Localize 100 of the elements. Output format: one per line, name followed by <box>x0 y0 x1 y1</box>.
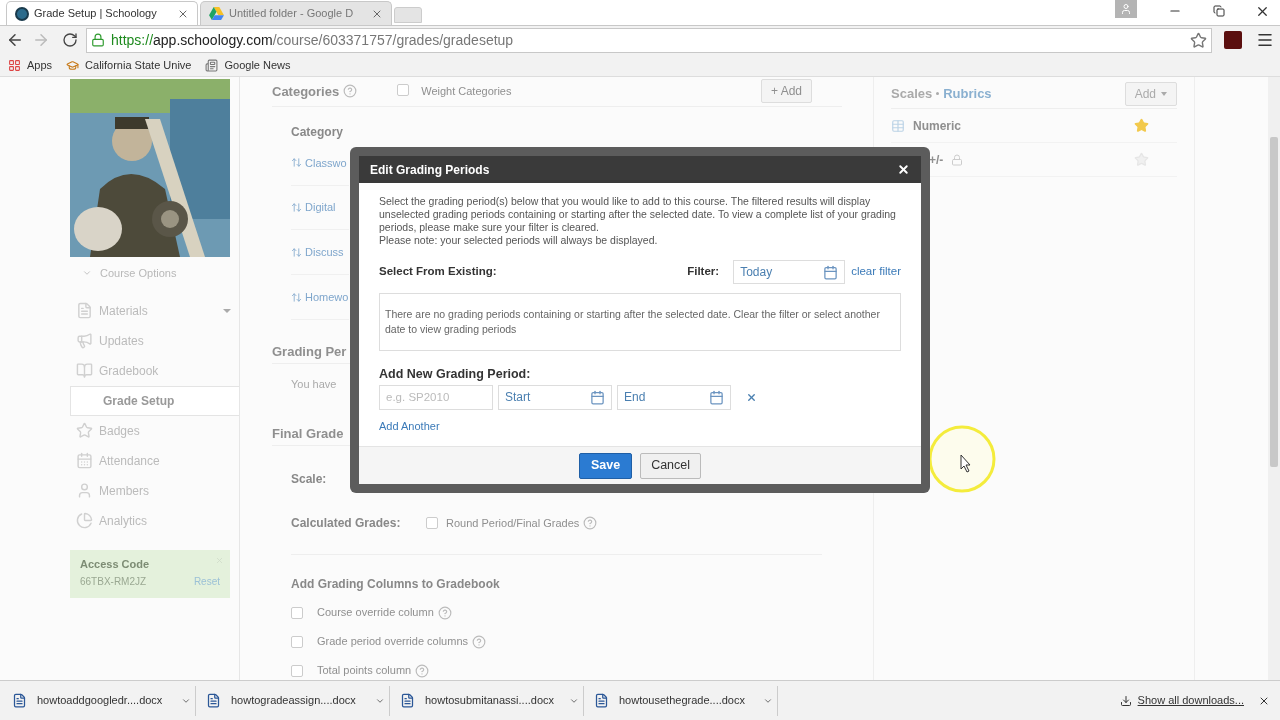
download-item[interactable]: howtogradeassign....docx <box>200 685 390 716</box>
course-options-link[interactable]: Course Options <box>82 265 239 282</box>
modal-title: Edit Grading Periods <box>370 161 490 179</box>
column-header: Category <box>291 123 344 141</box>
browser-tab[interactable]: Untitled folder - Google D <box>200 1 392 25</box>
download-item[interactable]: howtoaddgoogledr....docx <box>6 685 196 716</box>
help-icon[interactable] <box>343 84 358 99</box>
access-code-title: Access Code <box>80 556 150 572</box>
show-all-downloads-link[interactable]: Show all downloads... <box>1119 692 1244 709</box>
checkbox[interactable] <box>397 84 410 97</box>
remove-icon[interactable] <box>746 391 757 403</box>
caret-icon[interactable] <box>223 308 231 313</box>
help-icon[interactable] <box>583 516 598 531</box>
drag-handle-icon[interactable] <box>291 202 302 214</box>
bookmark-link[interactable]: California State Unive <box>66 56 192 74</box>
subsection-title: Add Grading Columns to Gradebook <box>291 576 501 594</box>
download-item[interactable]: howtousethegrade....docx <box>588 685 778 716</box>
intro-text: Please note: your selected periods will always be displayed. <box>379 234 659 247</box>
checkbox-label: Total points column <box>317 663 412 679</box>
restore-icon[interactable] <box>1213 5 1225 17</box>
rubrics-link[interactable]: Rubrics <box>943 83 992 104</box>
checkbox[interactable] <box>291 606 303 619</box>
add-another-link[interactable]: Add Another <box>379 417 901 435</box>
close-icon[interactable] <box>1255 4 1270 19</box>
materials-icon <box>76 302 93 319</box>
category-link[interactable]: Homewo <box>305 288 349 306</box>
sidebar-item[interactable]: Grade Setup <box>70 385 239 416</box>
download-item[interactable]: howtosubmitanassi....docx <box>394 685 584 716</box>
profile-button[interactable] <box>1115 0 1137 18</box>
apps-grid-icon <box>8 58 21 72</box>
checkbox-label: Course override column <box>317 605 434 621</box>
bookmark-star-icon[interactable] <box>1190 31 1207 49</box>
sidebar-item[interactable]: Members <box>70 475 239 506</box>
help-icon[interactable] <box>415 663 430 678</box>
menu-icon[interactable] <box>1256 31 1274 49</box>
field-label: Scale: <box>291 471 327 489</box>
sidebar-item[interactable]: Analytics <box>70 505 239 536</box>
sidebar-item[interactable]: Gradebook <box>70 355 239 386</box>
forward-icon[interactable] <box>32 31 50 49</box>
help-icon[interactable] <box>472 634 487 649</box>
word-document-icon <box>400 693 415 708</box>
bookmark-link[interactable]: Apps <box>8 56 53 74</box>
start-date-field[interactable]: Start <box>498 384 612 410</box>
attendance-icon <box>76 452 93 469</box>
section-title: Final Grade <box>272 425 344 444</box>
address-bar[interactable]: https://app.schoology.com/course/603371757/grades/gradesetup <box>86 27 1212 53</box>
calendar-icon[interactable] <box>590 389 605 405</box>
field-label: Calculated Grades: <box>291 515 402 533</box>
updates-icon <box>76 332 93 349</box>
tab-logo-icon <box>15 6 29 21</box>
url-text: https://app.schoology.com/course/603371757/grades/gradesetup <box>111 30 514 50</box>
graduation-cap-icon <box>66 58 80 72</box>
drag-handle-icon[interactable] <box>291 157 302 169</box>
end-date-field[interactable]: End <box>617 384 731 410</box>
scale-name[interactable]: +/- <box>929 150 944 169</box>
calendar-icon[interactable] <box>709 389 724 405</box>
add-button[interactable]: Add <box>1124 81 1177 106</box>
star-icon[interactable] <box>1134 118 1149 133</box>
field-label: Filter: <box>687 264 720 280</box>
add-button[interactable]: + Add <box>760 79 812 104</box>
sidebar-item[interactable]: Updates <box>70 325 239 356</box>
new-tab-button[interactable] <box>394 7 422 23</box>
sidebar-item[interactable]: Attendance <box>70 445 239 476</box>
lock-icon <box>91 33 105 47</box>
save-button[interactable]: Save <box>578 452 633 479</box>
reset-link[interactable]: Reset <box>193 574 220 589</box>
section-title: Grading Per <box>272 342 347 361</box>
category-link[interactable]: Discuss <box>305 244 344 261</box>
checkbox[interactable] <box>291 635 303 648</box>
category-link[interactable]: Digital <box>305 199 336 216</box>
help-icon[interactable] <box>437 605 452 620</box>
section-title: Categories <box>272 82 340 101</box>
scale-name[interactable]: Numeric <box>913 116 962 135</box>
clear-filter-link[interactable]: clear filter <box>851 263 901 281</box>
browser-tab[interactable]: Grade Setup | Schoology <box>6 1 198 25</box>
drag-handle-icon[interactable] <box>291 291 302 303</box>
checkbox[interactable] <box>426 517 438 530</box>
field-label: Select From Existing: <box>379 264 497 280</box>
checkbox[interactable] <box>291 664 303 677</box>
pdf-extension-icon[interactable] <box>1224 31 1242 49</box>
close-icon[interactable] <box>897 163 910 176</box>
checkbox-label: Grade period override columns <box>317 634 469 650</box>
period-name-field[interactable]: e.g. SP2010 <box>379 384 493 410</box>
sidebar-item[interactable]: Materials <box>70 295 239 326</box>
cancel-button[interactable]: Cancel <box>640 452 702 479</box>
bookmark-link[interactable]: Google News <box>205 56 291 74</box>
field-label: Add New Grading Period: <box>379 366 532 383</box>
checkbox-label: Round Period/Final Grades <box>446 516 580 531</box>
drive-logo-icon <box>209 7 224 20</box>
tab-title: Grade Setup | Schoology <box>34 6 158 22</box>
analytics-icon <box>76 512 93 529</box>
calendar-icon[interactable] <box>823 264 839 280</box>
word-document-icon <box>206 693 221 708</box>
back-icon[interactable] <box>6 31 24 49</box>
category-link[interactable]: Classwo <box>305 154 347 171</box>
date-filter-field[interactable]: Today <box>733 260 846 284</box>
drag-handle-icon[interactable] <box>291 246 302 258</box>
sidebar-item[interactable]: Badges <box>70 415 239 446</box>
scrollbar[interactable] <box>1268 77 1280 680</box>
reload-icon[interactable] <box>62 32 78 48</box>
